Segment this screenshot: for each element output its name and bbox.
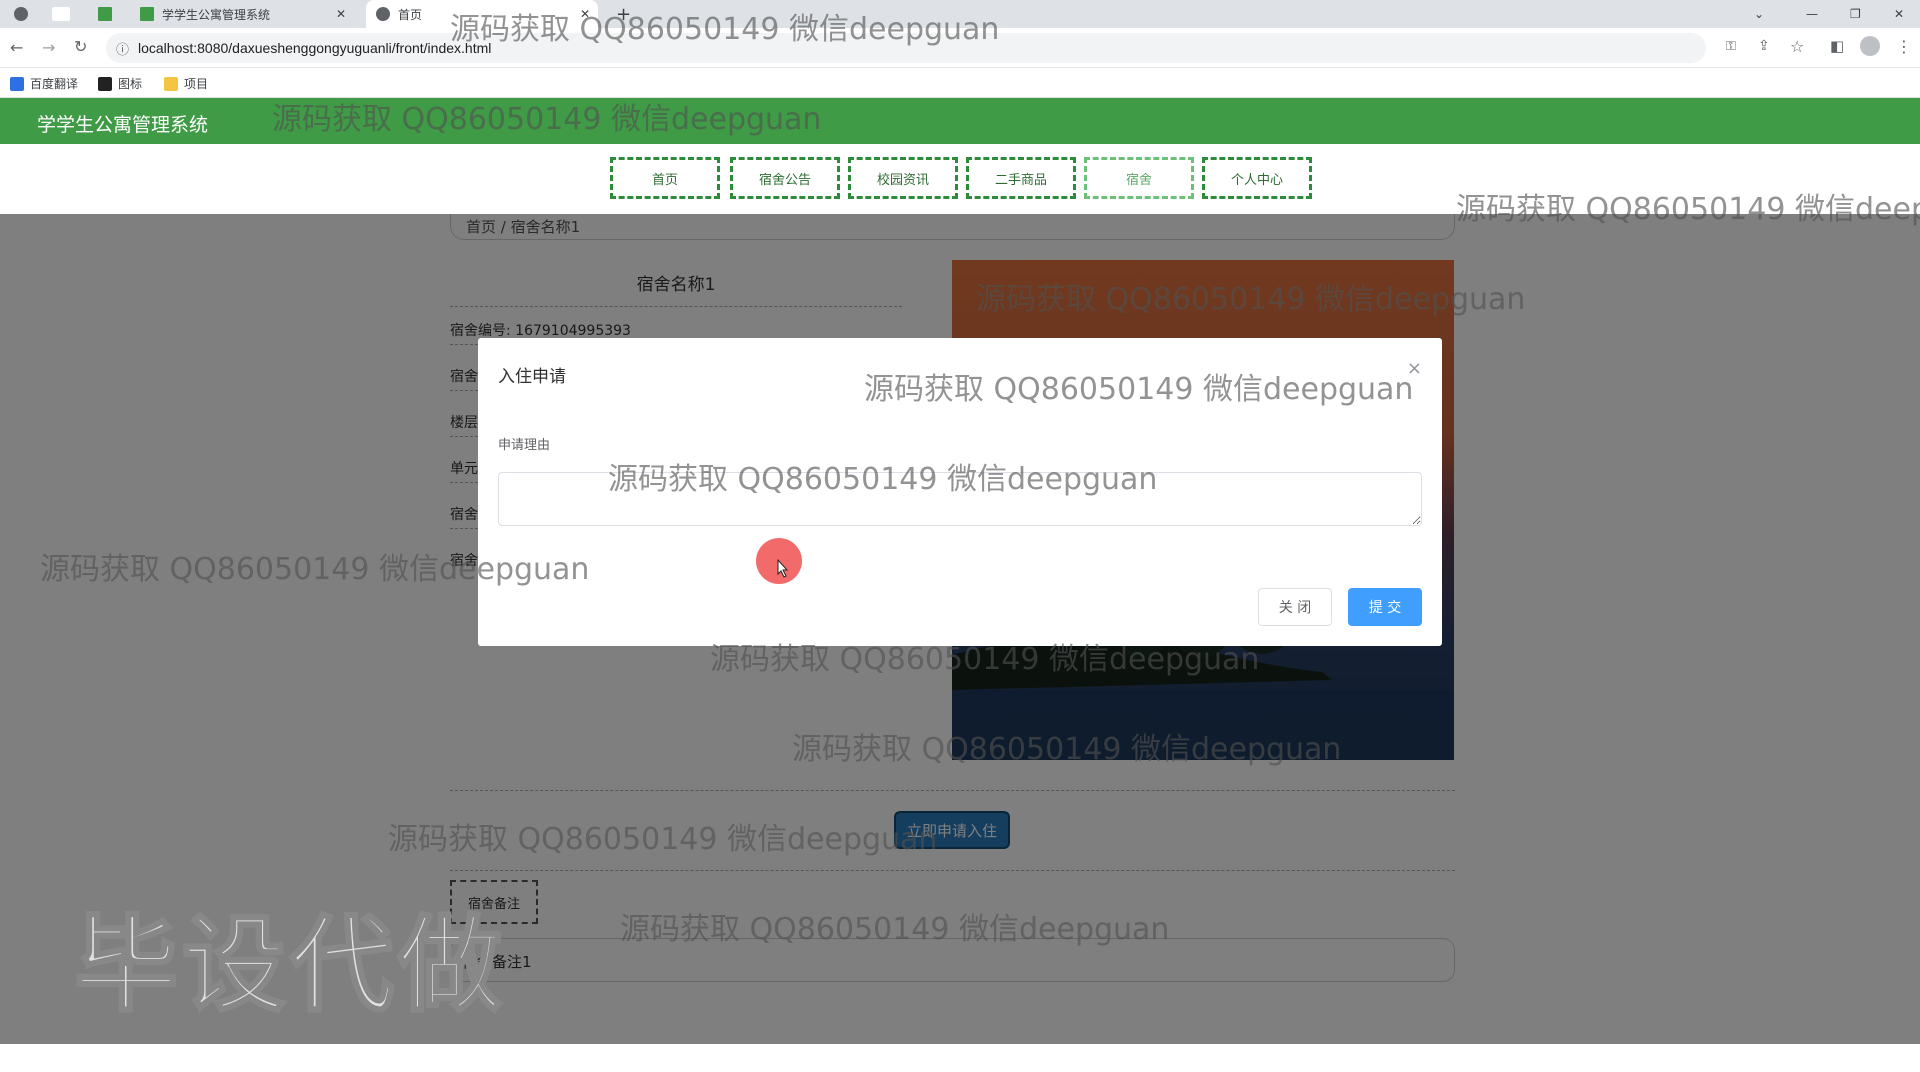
watermark-text: 源码获取 QQ86050149 微信deepguan (1456, 192, 1920, 227)
bookmark-star-icon[interactable]: ☆ (1790, 37, 1804, 56)
folder-icon (164, 76, 178, 91)
globe-icon (376, 7, 390, 21)
forward-icon[interactable]: → (42, 38, 55, 57)
watermark-text: 源码获取 QQ86050149 微信deepguan (40, 552, 590, 587)
translate-icon (10, 76, 24, 91)
pointer-icon (777, 558, 789, 578)
tab-search-icon[interactable]: ⌄ (1754, 0, 1764, 28)
bookmark-icons[interactable]: 图标 (98, 75, 142, 92)
watermark-text: 源码获取 QQ86050149 微信deepguan (272, 102, 822, 137)
share-icon[interactable]: ⇪ (1758, 38, 1770, 54)
watermark-text: 源码获取 QQ86050149 微信deepguan (388, 822, 938, 857)
watermark-text: 源码获取 QQ86050149 微信deepguan (620, 912, 1170, 947)
close-button[interactable]: 关 闭 (1258, 588, 1332, 626)
nav-home[interactable]: 首页 (610, 157, 720, 199)
nav-second-hand[interactable]: 二手商品 (966, 157, 1076, 199)
vue-icon (98, 7, 112, 21)
minimize-icon[interactable]: — (1806, 0, 1818, 28)
profile-avatar[interactable] (1860, 36, 1880, 56)
watermark-text: 源码获取 QQ86050149 微信deepguan (976, 282, 1526, 317)
blank-page-icon (52, 7, 70, 21)
reload-icon[interactable]: ↻ (74, 37, 87, 56)
tab-label: 首页 (398, 7, 423, 22)
bookmark-baidu-translate[interactable]: 百度翻译 (10, 75, 78, 92)
globe-icon (14, 7, 28, 21)
watermark-text: 源码获取 QQ86050149 微信deepguan (710, 642, 1260, 677)
watermark-text: 源码获取 QQ86050149 微信deepguan (864, 372, 1414, 407)
info-icon[interactable]: ⓘ (116, 39, 129, 58)
watermark-text: 源码获取 QQ86050149 微信deepguan (450, 12, 1000, 47)
browser-tab-4[interactable]: 学学生公寓管理系统 ✕ (132, 0, 356, 28)
vue-icon (140, 7, 154, 21)
bookmark-label: 图标 (118, 77, 143, 91)
watermark-large: 毕设代做 (72, 903, 507, 1028)
nav-dorm[interactable]: 宿舍 (1084, 157, 1194, 199)
close-tab-icon[interactable]: ✕ (336, 7, 346, 21)
nav-dorm-notice[interactable]: 宿舍公告 (730, 157, 840, 199)
cursor-highlight (756, 538, 802, 584)
back-icon[interactable]: ← (10, 38, 23, 57)
key-icon[interactable]: ⚿ (1726, 39, 1736, 54)
menu-icon[interactable]: ⋮ (1896, 37, 1912, 56)
restore-icon[interactable]: ❐ (1850, 0, 1861, 28)
bookmark-label: 百度翻译 (30, 77, 79, 91)
image-icon (98, 76, 112, 91)
bottom-strip (0, 1044, 1920, 1072)
dialog-title: 入住申请 (498, 367, 566, 387)
window-close-icon[interactable]: ✕ (1894, 0, 1904, 28)
sidebar-icon[interactable]: ◧ (1830, 37, 1844, 55)
submit-button[interactable]: 提 交 (1348, 588, 1422, 626)
watermark-text: 源码获取 QQ86050149 微信deepguan (792, 732, 1342, 767)
reason-label: 申请理由 (498, 438, 551, 453)
nav-personal-center[interactable]: 个人中心 (1202, 157, 1312, 199)
bookmark-folder-projects[interactable]: 项目 (164, 75, 208, 92)
watermark-text: 源码获取 QQ86050149 微信deepguan (608, 462, 1158, 497)
browser-tab-1[interactable] (14, 0, 44, 28)
site-title: 学学生公寓管理系统 (37, 114, 209, 136)
browser-tab-3[interactable] (98, 0, 128, 28)
tab-label: 学学生公寓管理系统 (162, 7, 271, 22)
browser-tab-2[interactable] (52, 0, 92, 28)
bookmark-label: 项目 (184, 77, 209, 91)
url-text[interactable]: localhost:8080/daxueshenggongyuguanli/fr… (138, 40, 491, 56)
nav-campus-news[interactable]: 校园资讯 (848, 157, 958, 199)
